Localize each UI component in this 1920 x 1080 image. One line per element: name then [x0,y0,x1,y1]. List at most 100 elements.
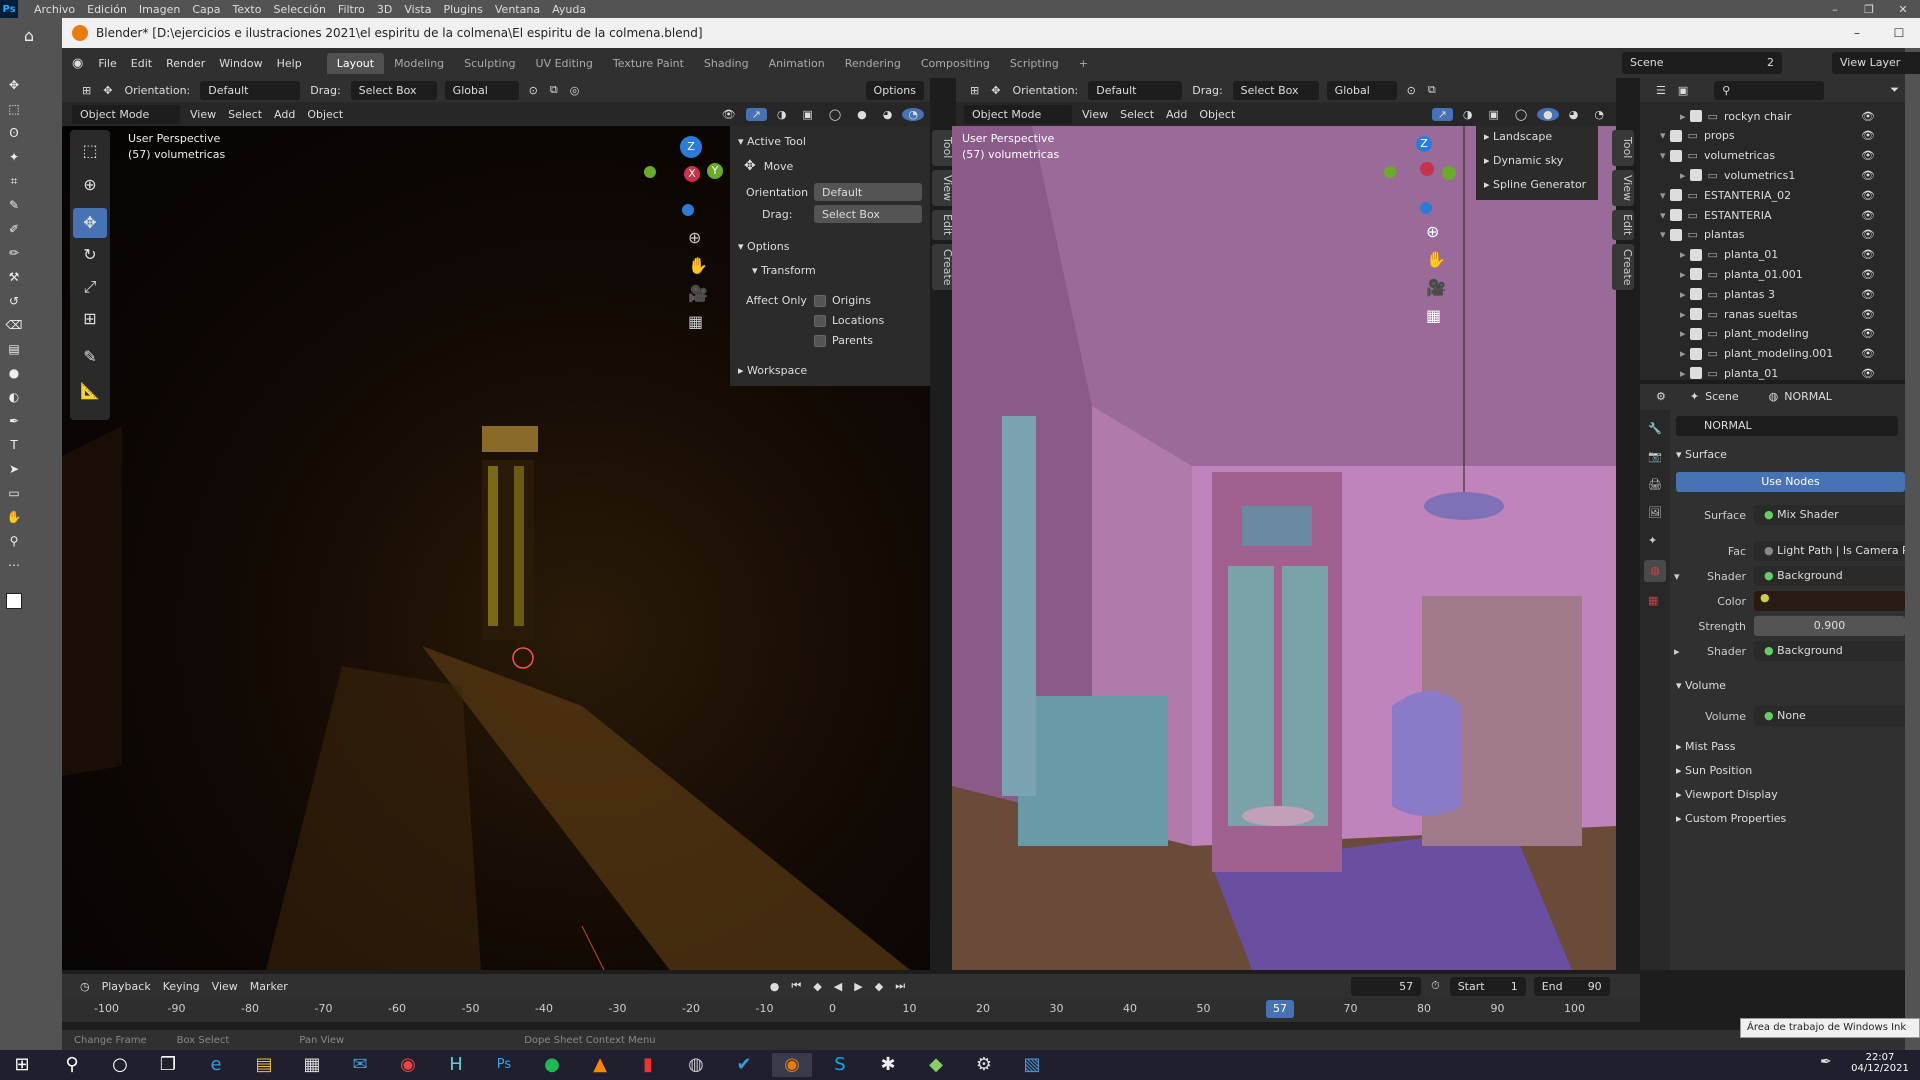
path-select-icon[interactable]: ➤ [4,462,24,486]
eye-icon[interactable]: 👁 [1861,189,1875,202]
viewport-menu-select[interactable]: Select [222,108,268,121]
locations-checkbox[interactable]: Locations [814,314,884,327]
eraser-icon[interactable]: ⌫ [4,318,24,342]
outliner-row[interactable]: ▾ ▭ volumetricas 👁 [1660,146,1885,166]
eye-icon[interactable]: 👁 [1861,367,1875,380]
viewport-menu-add[interactable]: Add [268,108,301,121]
type-tool-icon[interactable]: T [4,438,24,462]
playhead[interactable]: 57 [1266,1000,1294,1018]
gradient-icon[interactable]: ▤ [4,342,24,366]
viewport-right-menu-select[interactable]: Select [1114,108,1160,121]
office-icon[interactable]: ▮ [628,1053,668,1077]
outliner-row[interactable]: ▸ ▭ ranas sueltas 👁 [1660,304,1885,324]
texture-tab-icon[interactable]: ▦ [1648,594,1658,607]
ps-menu-imagen[interactable]: Imagen [133,3,186,16]
display-mode-icon[interactable]: ▣ [1672,84,1694,97]
gizmo-y-axis[interactable]: Y [707,163,723,179]
rendered-icon-right[interactable]: ◔ [1588,108,1610,121]
expand-icon[interactable]: ▸ [1680,367,1686,380]
eye-icon[interactable]: 👁 [1861,308,1875,321]
blender-taskbar-icon[interactable]: ◉ [772,1053,812,1077]
surface-section[interactable]: ▾ Surface [1676,448,1727,461]
volume-field[interactable]: ● None [1754,706,1905,726]
tab-scripting[interactable]: Scripting [1000,53,1069,74]
transform-subsection[interactable]: ▾ Transform [752,264,816,277]
maximize-icon[interactable]: ☐ [1878,26,1920,40]
right-gizmo-neg-z[interactable] [1420,202,1432,214]
exclude-checkbox[interactable] [1689,110,1702,122]
todo-icon[interactable]: ✔ [724,1053,764,1077]
exclude-checkbox[interactable] [1689,288,1702,301]
end-frame-field[interactable]: End 90 [1533,976,1610,996]
render-tab-icon[interactable]: 📷 [1648,450,1662,463]
eye-icon[interactable]: 👁 [1861,327,1875,340]
editor-type-icon-right[interactable]: ⊞ [964,84,985,97]
material-icon-right[interactable]: ◕ [1563,108,1585,121]
start-icon[interactable]: ⊞ [2,1053,42,1077]
history-brush-icon[interactable]: ↺ [4,294,24,318]
expand-icon[interactable]: ▸ [1680,248,1686,261]
foreground-color-swatch[interactable] [6,593,22,609]
options-section[interactable]: ▾ Options [738,240,789,253]
camera-view-icon[interactable]: 🎥 [688,284,708,303]
ps-menu-plugins[interactable]: Plugins [437,3,488,16]
play-reverse-icon[interactable]: ◀ [828,980,848,993]
eye-icon[interactable]: 👁 [1861,228,1875,241]
expand-icon[interactable]: ▸ [1680,327,1686,340]
vlc-icon[interactable]: ▲ [580,1053,620,1077]
mist-pass-section[interactable]: ▸ Mist Pass [1676,740,1735,753]
expand-icon[interactable]: ▾ [1660,209,1666,222]
npanel-tab-view[interactable]: View [932,170,954,206]
menu-render[interactable]: Render [159,57,212,70]
outliner-search-input[interactable]: ⚲ [1714,80,1825,100]
right-gizmo-x[interactable] [1420,162,1434,176]
tab-uv-editing[interactable]: UV Editing [526,53,603,74]
options-dropdown[interactable]: Options [865,80,924,100]
current-frame-field[interactable]: 57 [1351,976,1422,996]
rotate-tool-icon[interactable]: ↻ [73,240,107,270]
right-npanel-tab-view[interactable]: View [1612,170,1634,206]
eye-icon[interactable]: 👁 [1861,110,1875,123]
proportional-edit-icon[interactable]: ◎ [564,84,586,97]
timeline-scrollbar[interactable] [62,1022,1640,1030]
store-icon[interactable]: ▦ [292,1053,332,1077]
right-gizmo-z[interactable]: Z [1416,136,1432,152]
viewport-right-menu-object[interactable]: Object [1193,108,1241,121]
outliner-editor-icon[interactable]: ☰ [1650,84,1672,97]
outliner-row[interactable]: ▾ ▭ props 👁 [1660,126,1885,146]
solid-shading-icon[interactable]: ● [851,108,873,121]
right-npanel-tab-tool[interactable]: Tool [1612,130,1634,166]
transform-orientation-dropdown-right[interactable]: Global [1326,80,1397,100]
measure-tool-icon[interactable]: 📐 [73,376,107,406]
tab-sculpting[interactable]: Sculpting [454,53,525,74]
fac-field[interactable]: ● Light Path | Is Camera R [1754,541,1905,561]
orientation-dropdown-right[interactable]: Default [1088,80,1183,100]
close-icon[interactable]: ✕ [1886,3,1920,16]
photos-icon[interactable]: ▧ [1012,1053,1052,1077]
ps-menu-ventana[interactable]: Ventana [489,3,546,16]
npanel-tab-create[interactable]: Create [932,244,954,290]
eye-icon[interactable]: 👁 [1861,248,1875,261]
ps-menu-archivo[interactable]: Archivo [28,3,81,16]
view-layer-tab-icon[interactable]: 🖼 [1648,506,1662,519]
material-shading-icon[interactable]: ◕ [877,108,899,121]
npanel-tab-tool[interactable]: Tool [932,130,954,166]
hand-tool-icon[interactable]: ✋ [4,510,24,534]
ps-menu-capa[interactable]: Capa [186,3,226,16]
exclude-checkbox[interactable] [1669,129,1682,142]
timeline-editor-icon[interactable]: ◷ [74,980,96,993]
right-gizmo-neg-y[interactable] [1384,166,1396,178]
origins-checkbox[interactable]: Origins [814,294,871,307]
pen-tool-icon[interactable]: ✒ [4,414,24,438]
drag-dropdown[interactable]: Select Box [350,80,437,100]
exclude-checkbox[interactable] [1669,149,1682,162]
active-tool-section[interactable]: ▾ Active Tool [738,132,922,150]
chrome-icon[interactable]: ◉ [388,1053,428,1077]
transform-tool-icon[interactable]: ⊞ [73,304,107,334]
zoom-view-icon[interactable]: ⊕ [688,228,701,247]
pencil-tool-icon[interactable]: ✏ [4,246,24,270]
right-viewport[interactable]: User Perspective (57) volumetricas Z ⊕ ✋… [952,126,1616,970]
right-zoom-icon[interactable]: ⊕ [1426,222,1439,241]
wireframe-icon-right[interactable]: ◯ [1509,108,1533,121]
ps-menu-edicion[interactable]: Edición [81,3,133,16]
